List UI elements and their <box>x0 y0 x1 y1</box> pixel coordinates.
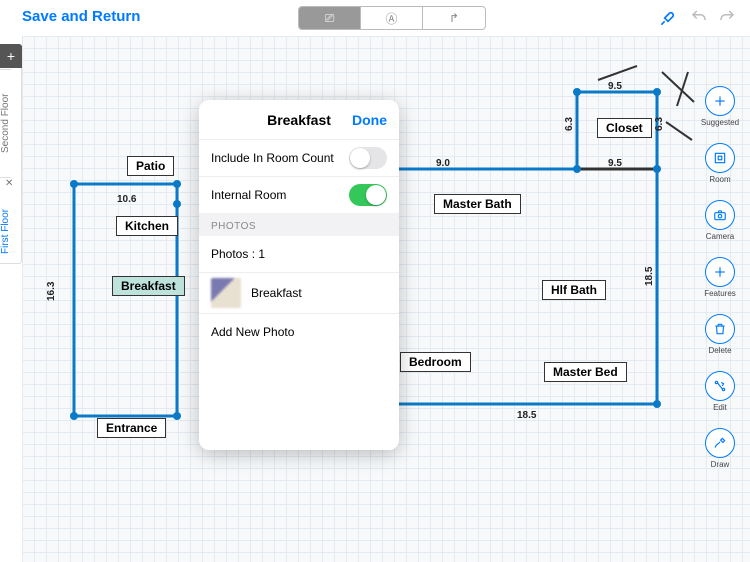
svg-text:9.5: 9.5 <box>608 158 622 169</box>
tool-column: Suggested Room Camera Features Delete Ed… <box>698 86 742 469</box>
add-floor-button[interactable]: + <box>0 44 22 68</box>
popup-done-button[interactable]: Done <box>352 112 387 128</box>
settings-icon[interactable] <box>656 6 680 30</box>
photos-count: Photos : 1 <box>211 247 265 261</box>
svg-text:6.3: 6.3 <box>654 117 665 131</box>
delete-button[interactable] <box>705 314 735 344</box>
redo-icon[interactable] <box>716 6 738 28</box>
save-return-link[interactable]: Save and Return <box>22 8 140 25</box>
edit-label: Edit <box>713 403 727 412</box>
photos-section-header: PHOTOS <box>199 213 399 236</box>
svg-text:10.6: 10.6 <box>117 194 137 205</box>
svg-text:16.3: 16.3 <box>46 281 57 301</box>
draw-button[interactable] <box>705 428 735 458</box>
edit-button[interactable] <box>705 371 735 401</box>
room-hlfbath[interactable]: Hlf Bath <box>542 280 606 300</box>
photo-row[interactable]: Breakfast <box>199 273 399 313</box>
svg-text:6.3: 6.3 <box>564 117 575 131</box>
svg-text:18.5: 18.5 <box>644 266 655 286</box>
view-mode-segmented[interactable]: ⎚ Ⓐ ↱ <box>298 6 486 30</box>
room-closet[interactable]: Closet <box>597 118 652 138</box>
internal-room-label: Internal Room <box>211 188 286 202</box>
popup-title: Breakfast <box>267 112 331 128</box>
svg-text:9.5: 9.5 <box>608 81 622 92</box>
camera-button[interactable] <box>705 200 735 230</box>
seg-ortho[interactable]: ↱ <box>423 7 485 29</box>
room-label: Room <box>709 175 730 184</box>
photo-thumbnail <box>211 278 241 308</box>
room-kitchen[interactable]: Kitchen <box>116 216 178 236</box>
include-count-label: Include In Room Count <box>211 151 334 165</box>
features-label: Features <box>704 289 736 298</box>
room-patio[interactable]: Patio <box>127 156 174 176</box>
room-button[interactable] <box>705 143 735 173</box>
include-count-toggle[interactable] <box>349 147 387 169</box>
suggested-label: Suggested <box>701 118 739 127</box>
add-photo-button[interactable]: Add New Photo <box>199 314 399 350</box>
floor-tab-first[interactable]: First Floor <box>0 177 11 285</box>
room-masterbed[interactable]: Master Bed <box>544 362 627 382</box>
floor-tabs: Second Floor First Floor <box>0 44 22 264</box>
svg-text:18.5: 18.5 <box>517 410 537 421</box>
delete-label: Delete <box>708 346 731 355</box>
seg-annotate[interactable]: Ⓐ <box>361 7 423 29</box>
close-floor-icon[interactable]: ✕ <box>5 178 13 189</box>
room-properties-popup: Breakfast Done Include In Room Count Int… <box>199 100 399 450</box>
floor-tab-second[interactable]: Second Floor <box>0 69 11 177</box>
camera-label: Camera <box>706 232 734 241</box>
undo-icon[interactable] <box>688 6 710 28</box>
seg-sketch[interactable]: ⎚ <box>299 7 361 29</box>
features-button[interactable] <box>705 257 735 287</box>
draw-label: Draw <box>711 460 730 469</box>
room-masterbath[interactable]: Master Bath <box>434 194 521 214</box>
svg-text:9.0: 9.0 <box>436 158 450 169</box>
internal-room-toggle[interactable] <box>349 184 387 206</box>
room-bedroom[interactable]: Bedroom <box>400 352 471 372</box>
suggested-button[interactable] <box>705 86 735 116</box>
room-entrance[interactable]: Entrance <box>97 418 166 438</box>
photo-name: Breakfast <box>251 286 302 300</box>
room-breakfast[interactable]: Breakfast <box>112 276 185 296</box>
